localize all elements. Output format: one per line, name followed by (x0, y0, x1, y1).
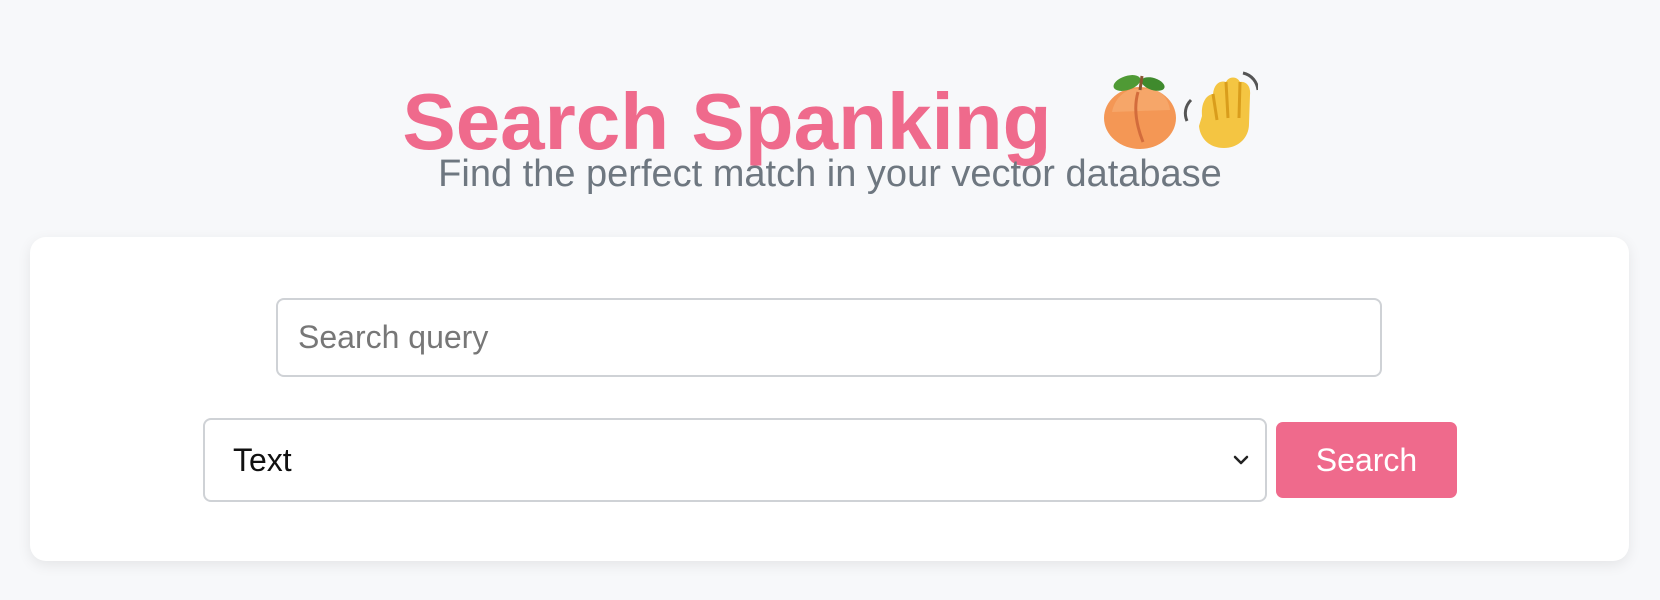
chevron-down-icon (1233, 455, 1249, 465)
waving-hand-icon (1183, 71, 1260, 148)
search-input[interactable] (276, 298, 1382, 377)
subtitle: Find the perfect match in your vector da… (438, 153, 1222, 195)
search-type-select[interactable]: Text (203, 418, 1267, 502)
search-button[interactable]: Search (1276, 422, 1457, 498)
title-emoji-group (1103, 71, 1260, 149)
peach-icon (1103, 75, 1176, 149)
search-type-value: Text (233, 442, 292, 478)
search-card: Text Search (30, 237, 1629, 561)
